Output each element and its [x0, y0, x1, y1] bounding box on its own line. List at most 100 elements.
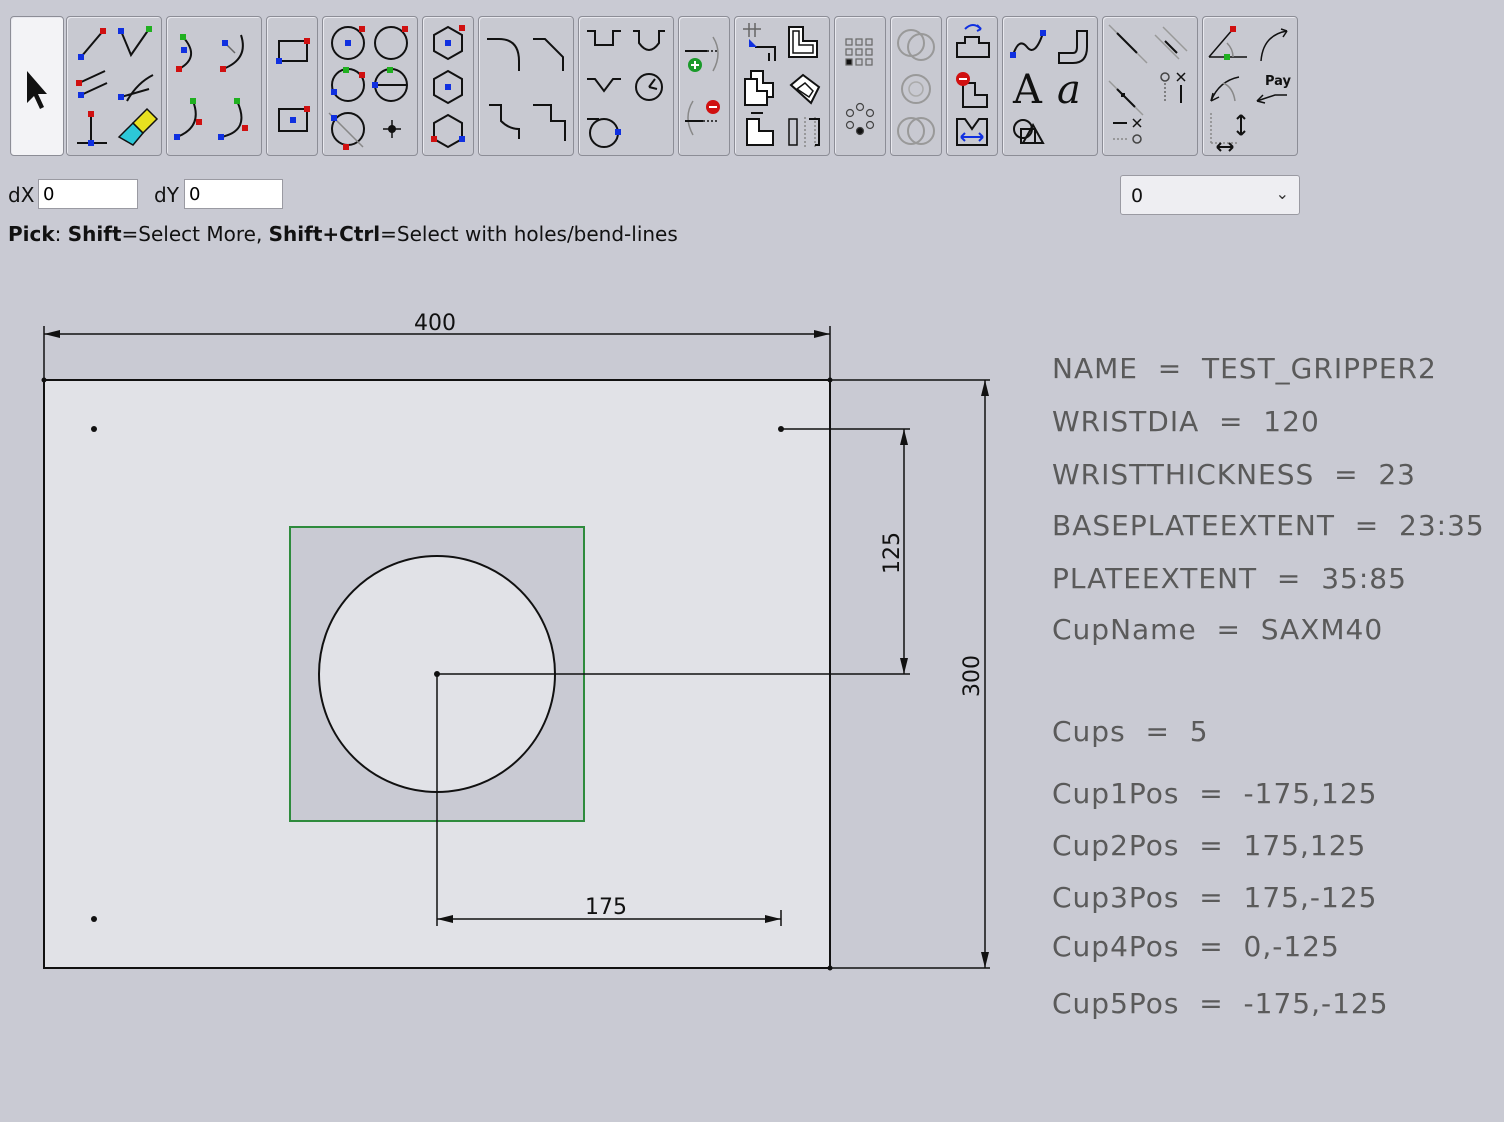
dimension-tools-group[interactable]: Pay: [1202, 16, 1298, 156]
drawing-canvas[interactable]: 400 300 125 175: [0, 290, 1040, 990]
line-tools-group[interactable]: [66, 16, 162, 156]
intersect-icon[interactable]: [897, 117, 935, 145]
fix-point-icon[interactable]: [1160, 72, 1186, 103]
circular-pattern-icon[interactable]: [845, 102, 875, 136]
arc-center-icon[interactable]: [220, 34, 244, 72]
circle-tangent-icon[interactable]: [328, 112, 365, 150]
boolean-tools-group[interactable]: [890, 16, 942, 156]
parallel-line-icon[interactable]: [76, 70, 108, 98]
rotate-shape-icon[interactable]: [789, 73, 821, 105]
rectangle-icon[interactable]: [276, 38, 310, 64]
linear-dim-icon[interactable]: [1210, 113, 1246, 152]
spline-icon[interactable]: [1010, 30, 1046, 58]
offset-shape-icon[interactable]: [788, 26, 818, 58]
fillet-icon[interactable]: [487, 38, 520, 71]
circle-center-icon[interactable]: [331, 26, 365, 60]
pattern-tools-group[interactable]: [834, 16, 886, 156]
constraint-tools-group[interactable]: [1102, 16, 1198, 156]
circle-3pt-icon[interactable]: [331, 67, 365, 102]
radius-dim-icon[interactable]: [1260, 28, 1288, 62]
delete-constraint-icon[interactable]: [1113, 118, 1142, 144]
corner-step-icon[interactable]: [533, 104, 566, 141]
chevron-down-icon: ⌄: [1275, 184, 1289, 203]
hexagon-icon[interactable]: [433, 25, 465, 61]
measure-shape-icon[interactable]: [788, 117, 820, 147]
tangent-line-icon[interactable]: [118, 74, 154, 102]
copy-shape-icon[interactable]: [744, 70, 774, 106]
subtract-icon[interactable]: [901, 74, 931, 104]
point-icon[interactable]: [383, 120, 401, 138]
hexagon-outline-icon[interactable]: [431, 113, 465, 149]
line-2pt-icon[interactable]: [78, 28, 106, 60]
param-cup2pos: Cup2Pos = 175,125: [1052, 829, 1367, 862]
v-notch-icon[interactable]: [587, 78, 621, 93]
arc-start-icon[interactable]: [174, 98, 202, 140]
slot-tools-group[interactable]: [578, 16, 674, 156]
hexagon-center-icon[interactable]: [433, 69, 463, 105]
corner-notch-icon[interactable]: [489, 104, 520, 139]
dy-label: dY: [154, 183, 179, 207]
arc-3pt-icon[interactable]: [176, 34, 192, 72]
slot-u-icon[interactable]: [587, 30, 621, 46]
obround-icon[interactable]: [587, 118, 621, 148]
layer-select-value: 0: [1131, 185, 1144, 207]
distance-constraint-icon[interactable]: [1108, 80, 1144, 116]
parameter-dim-icon[interactable]: Pay: [1256, 74, 1292, 104]
align-icon[interactable]: [1108, 24, 1148, 64]
dx-input[interactable]: [38, 179, 138, 209]
param-cup3pos: Cup3Pos = 175,-125: [1052, 881, 1378, 914]
arc-tools-group[interactable]: [166, 16, 262, 156]
polyline-icon[interactable]: [118, 26, 152, 58]
status-hint: Pick: Shift=Select More, Shift+Ctrl=Sele…: [8, 222, 678, 246]
node-tools-group[interactable]: [678, 16, 730, 156]
chamfer-icon[interactable]: [533, 38, 564, 71]
dim-offset-y-label: 125: [880, 532, 905, 574]
trim-eraser-icon[interactable]: [117, 107, 159, 146]
sheet-tools-group[interactable]: [946, 16, 998, 156]
polygon-tools-group[interactable]: [422, 16, 474, 156]
hint-sep: :: [54, 222, 68, 246]
bend-icon[interactable]: [1058, 30, 1088, 64]
svg-text:a: a: [1057, 67, 1081, 113]
circle-tools-group[interactable]: [322, 16, 418, 156]
keyhole-icon[interactable]: [635, 73, 663, 101]
arc-end-icon[interactable]: [218, 98, 248, 140]
move-icon[interactable]: [743, 23, 776, 61]
hint-shift-desc: =Select More,: [121, 222, 269, 246]
cup-point[interactable]: [91, 426, 97, 432]
param-plateextent: PLATEEXTENT = 35:85: [1052, 562, 1407, 595]
rectangle-tools-group[interactable]: [266, 16, 318, 156]
param-cupname: CupName = SAXM40: [1052, 613, 1384, 646]
parallel-constraint-icon[interactable]: [1154, 26, 1188, 60]
dim-height-label: 300: [960, 655, 985, 697]
corner-tools-group[interactable]: [478, 16, 574, 156]
grid-pattern-icon[interactable]: [845, 38, 873, 66]
slot-round-icon[interactable]: [633, 30, 665, 51]
shapes-icon[interactable]: [1013, 119, 1045, 144]
perpendicular-line-icon[interactable]: [77, 111, 107, 146]
add-node-icon[interactable]: [685, 36, 719, 72]
width-dimension[interactable]: 400: [43, 311, 831, 380]
dy-input[interactable]: [184, 179, 283, 209]
union-icon[interactable]: [897, 29, 935, 61]
angle-dim-icon[interactable]: [1208, 26, 1247, 60]
layer-select[interactable]: 0 ⌄: [1120, 175, 1300, 215]
font-icon: a: [1057, 67, 1081, 113]
circle-radius-icon[interactable]: [374, 26, 408, 60]
select-tool-button[interactable]: [10, 16, 64, 156]
rectangle-center-icon[interactable]: [278, 106, 310, 132]
svg-text:A: A: [1012, 67, 1043, 113]
circle-diameter-icon[interactable]: [372, 67, 408, 102]
mirror-shape-icon[interactable]: [746, 112, 774, 146]
fit-icon[interactable]: [956, 118, 988, 146]
transform-tools-group[interactable]: [734, 16, 830, 156]
remove-node-icon[interactable]: [685, 100, 720, 136]
annotate-tools-group[interactable]: A a: [1002, 16, 1098, 156]
flip-icon[interactable]: [956, 24, 990, 58]
remove-feature-icon[interactable]: [956, 72, 988, 108]
hint-shift: Shift: [67, 222, 122, 246]
param-baseplateextent: BASEPLATEEXTENT = 23:35: [1052, 509, 1485, 542]
cup-point[interactable]: [91, 916, 97, 922]
param-wristthickness: WRISTTHICKNESS = 23: [1052, 458, 1416, 491]
diameter-dim-icon[interactable]: [1210, 76, 1240, 102]
